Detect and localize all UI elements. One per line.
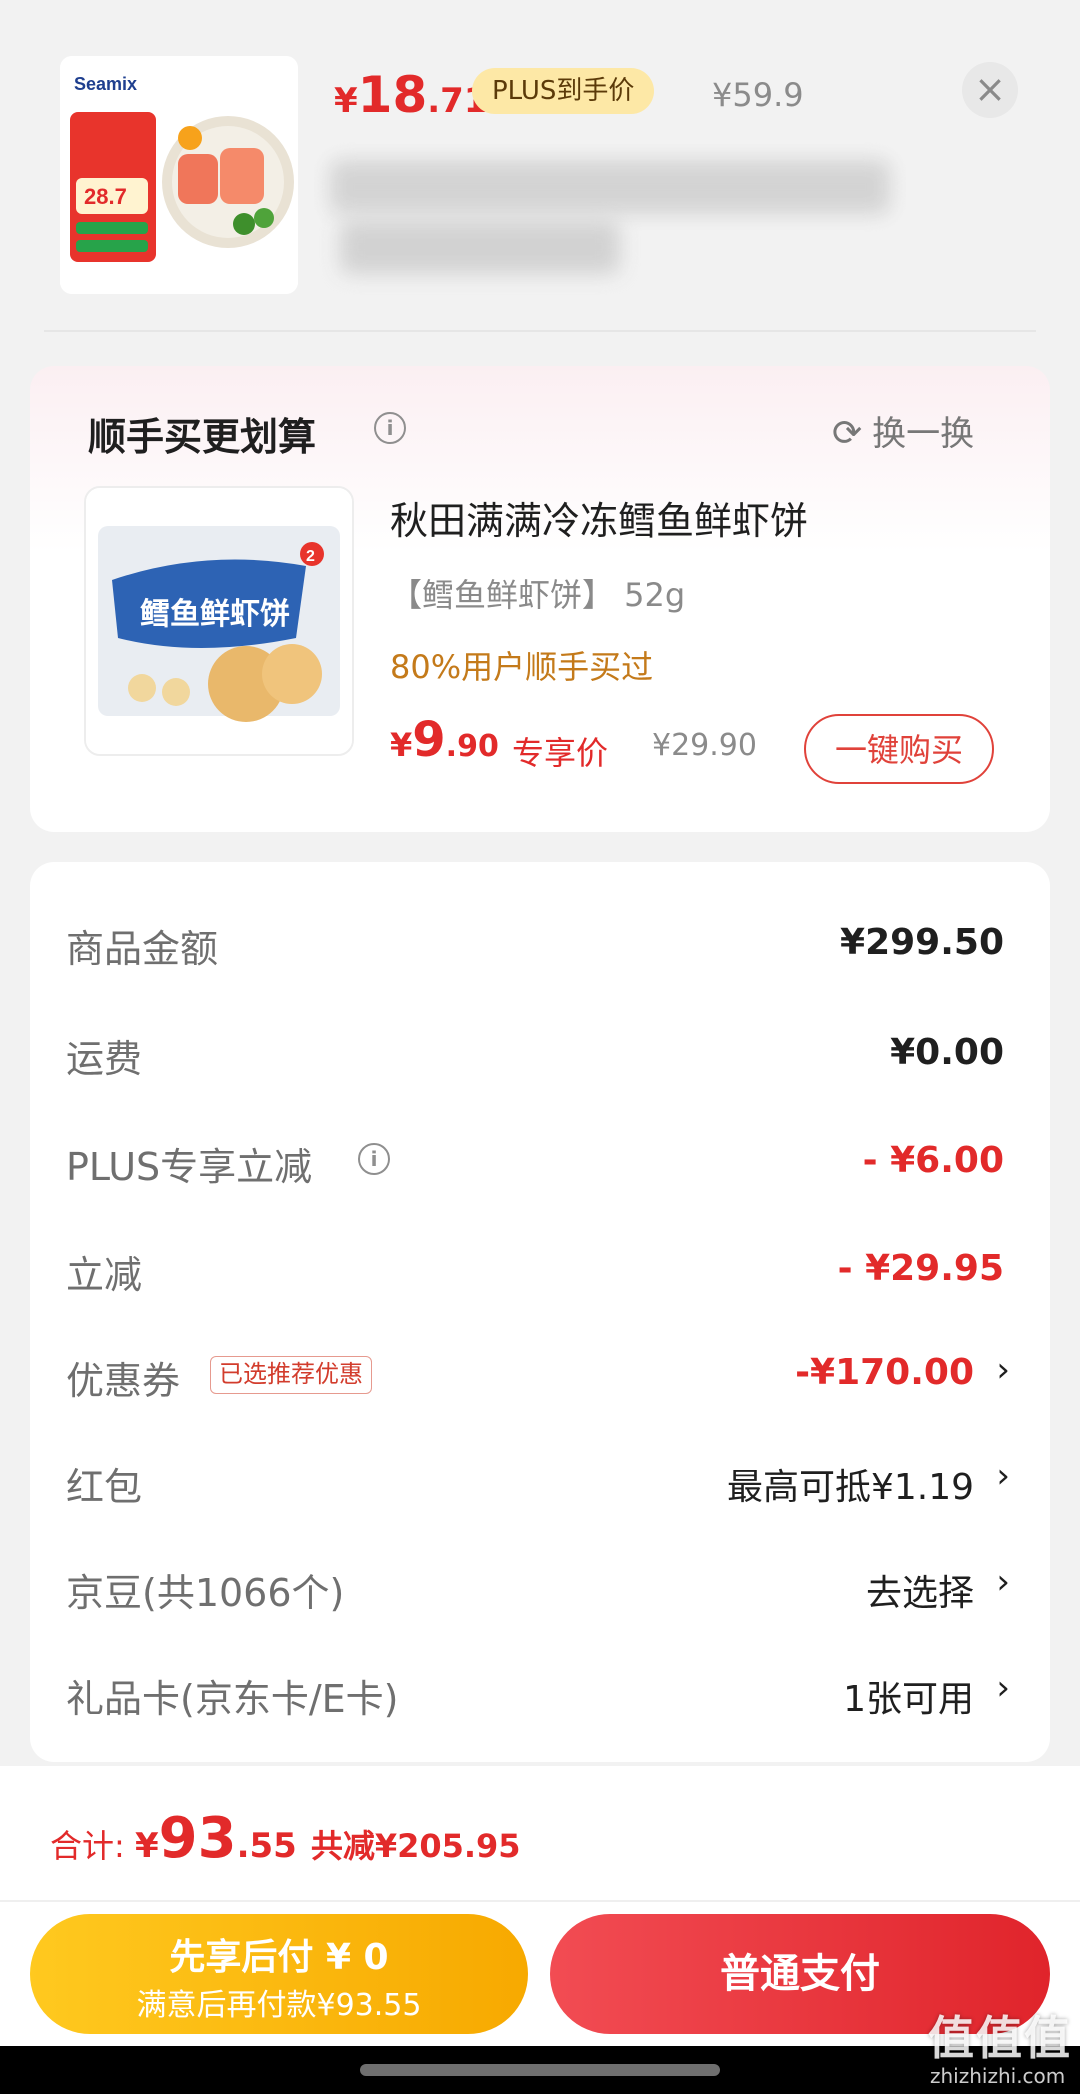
summary-label-goods: 商品金额 [66, 927, 219, 971]
summary-value-red-packet[interactable]: 最高可抵¥1.19 [727, 1458, 974, 1510]
order-summary-card [30, 862, 1050, 1762]
thumb-product-label: 鳕鱼鲜虾饼 [140, 597, 290, 632]
summary-label-gift-card[interactable]: 礼品卡(京东卡/E卡) [66, 1668, 398, 1723]
divider [44, 330, 1036, 332]
upsell-product-name[interactable]: 秋田满满冷冻鳕鱼鲜虾饼 [390, 490, 808, 545]
summary-value-shipping: ¥0.00 [890, 1032, 1004, 1073]
product-price: ¥18.71 [334, 66, 488, 124]
summary-value-gift-card[interactable]: 1张可用 [843, 1670, 974, 1722]
swap-button[interactable]: ⟳ 换一换 [832, 406, 974, 455]
total-amount: 合计: ¥93.55 共减¥205.95 [50, 1806, 521, 1871]
summary-label-plus-discount: PLUS专享立减 [66, 1145, 313, 1189]
upsell-exclusive-label: 专享价 [512, 734, 609, 772]
upsell-buyers-text: 80%用户顺手买过 [390, 648, 654, 686]
total-savings: 共减¥205.95 [310, 1827, 521, 1865]
plus-info-icon[interactable]: i [358, 1143, 390, 1175]
thumb-price: 28.7 [84, 184, 127, 209]
summary-value-instant-discount: - ¥29.95 [837, 1248, 1004, 1289]
pay-later-button[interactable]: 先享后付 ¥ 0 满意后再付款¥93.55 [30, 1914, 528, 2034]
info-icon[interactable]: i [374, 412, 406, 444]
refresh-icon: ⟳ [832, 413, 863, 454]
pay-later-subtitle: 满意后再付款¥93.55 [136, 1988, 422, 2023]
summary-value-goods: ¥299.50 [840, 922, 1004, 963]
chevron-right-icon[interactable]: › [996, 1562, 1010, 1602]
one-click-buy-button[interactable]: 一键购买 [804, 714, 994, 784]
upsell-product-thumbnail[interactable]: 鳕鱼鲜虾饼 2 [84, 486, 354, 756]
watermark-url: zhizhizhi.com [930, 2064, 1066, 2088]
product-original-price: ¥59.9 [712, 76, 804, 114]
upsell-title: 顺手买更划算 [88, 415, 317, 459]
blurred-product-title [330, 160, 890, 214]
plus-price-badge: PLUS到手价 [472, 68, 655, 114]
summary-label-jingdou[interactable]: 京豆(共1066个) [66, 1562, 344, 1617]
upsell-price: ¥9.90 [390, 712, 499, 768]
product-thumbnail: Seamix 28.7 [60, 56, 298, 294]
upsell-product-spec: 【鳕鱼鲜虾饼】 52g [390, 576, 686, 614]
upsell-original-price: ¥29.90 [652, 728, 757, 763]
close-icon: × [974, 67, 1006, 111]
watermark-logo: 值值值 [928, 2011, 1072, 2065]
swap-label: 换一换 [872, 414, 975, 454]
summary-label-shipping: 运费 [66, 1037, 143, 1081]
home-indicator[interactable] [360, 2064, 720, 2076]
summary-value-coupon[interactable]: -¥170.00 [795, 1352, 974, 1393]
chevron-right-icon[interactable]: › [996, 1668, 1010, 1708]
chevron-right-icon[interactable]: › [996, 1456, 1010, 1496]
divider [0, 1900, 1080, 1902]
summary-value-plus-discount: - ¥6.00 [862, 1140, 1004, 1181]
summary-label-red-packet[interactable]: 红包 [66, 1456, 142, 1511]
blurred-product-spec [340, 220, 620, 274]
coupon-selected-tag: 已选推荐优惠 [210, 1356, 372, 1394]
close-button[interactable]: × [962, 62, 1018, 118]
svg-text:2: 2 [306, 548, 315, 565]
summary-label-instant-discount: 立减 [66, 1253, 143, 1297]
chevron-right-icon[interactable]: › [996, 1350, 1010, 1390]
summary-label-coupon[interactable]: 优惠券 [66, 1350, 180, 1405]
thumb-brand: Seamix [74, 74, 137, 94]
summary-value-jingdou[interactable]: 去选择 [866, 1564, 974, 1616]
pay-later-title: 先享后付 ¥ 0 [169, 1937, 389, 1978]
